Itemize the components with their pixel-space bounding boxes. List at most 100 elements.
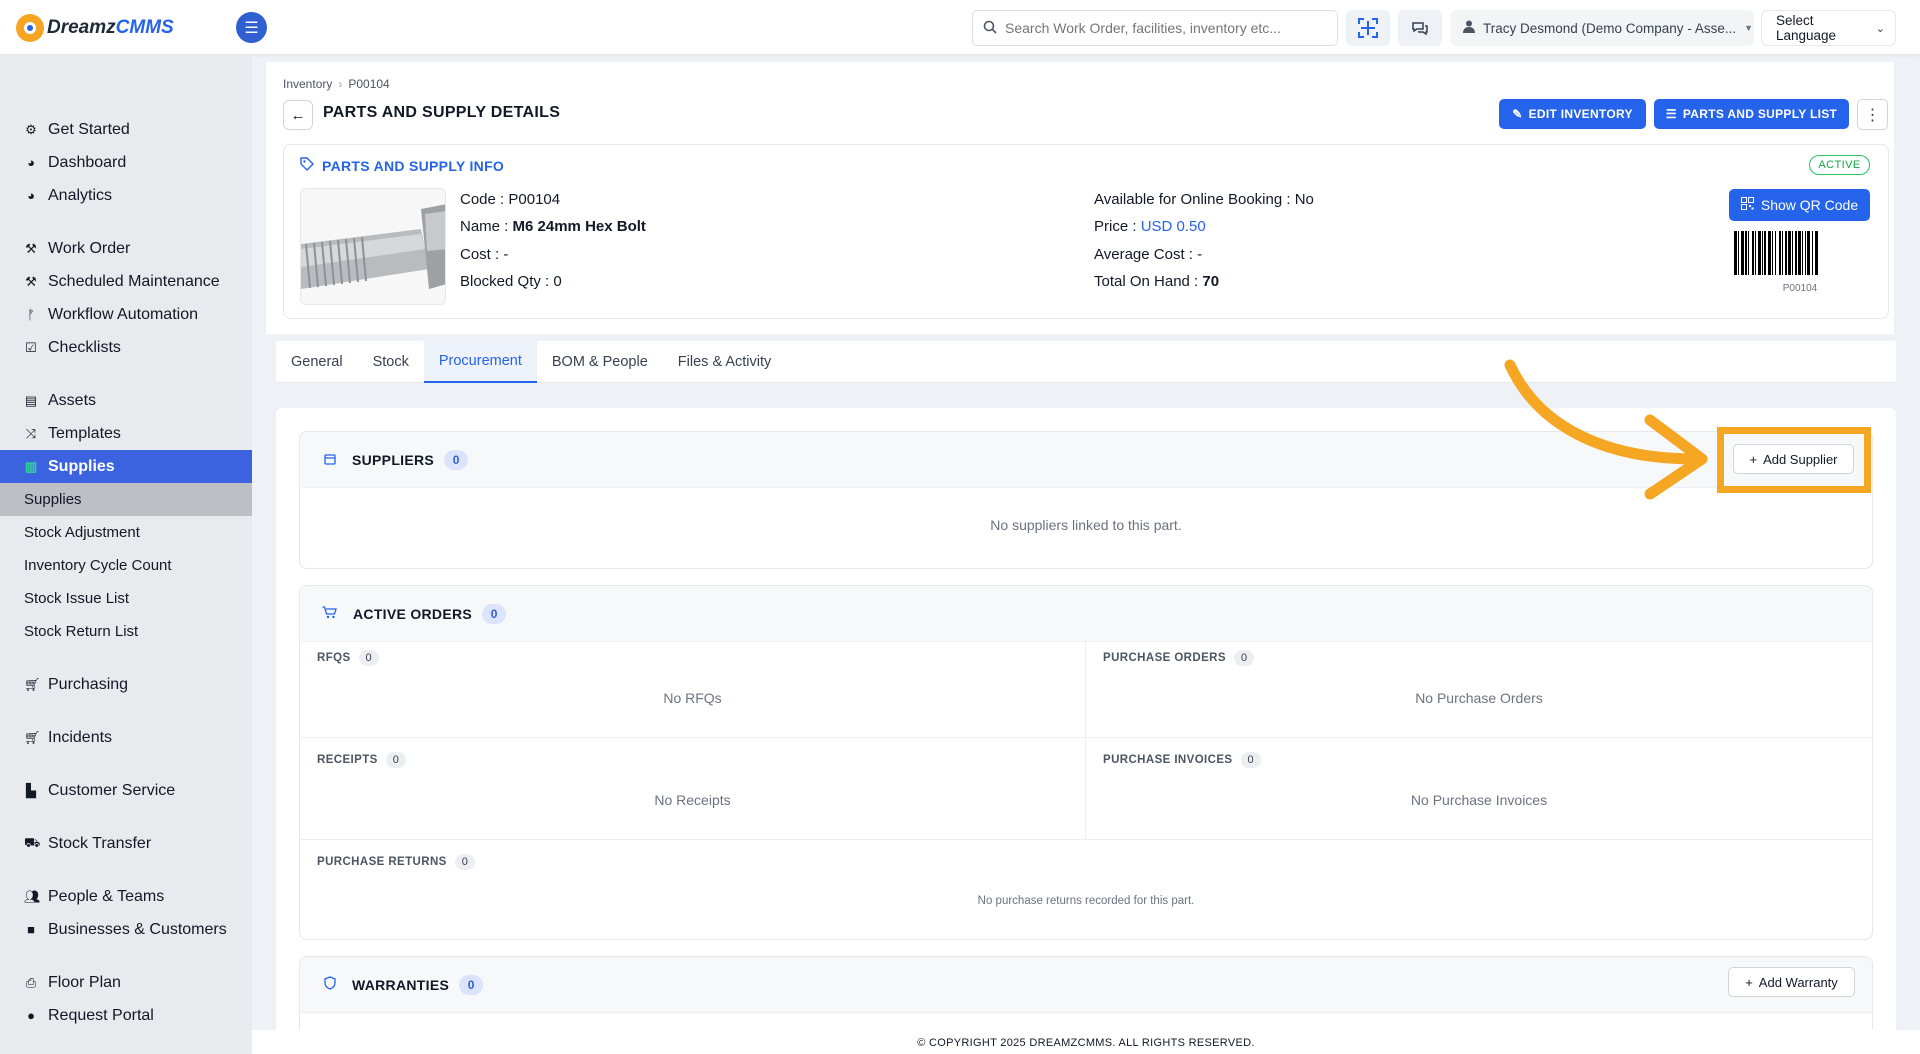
sidebar-item-incidents[interactable]: 🛒︎ Incidents [0, 721, 252, 754]
language-select[interactable]: Select Language ⌄ [1761, 10, 1896, 46]
part-image[interactable] [300, 188, 446, 305]
total-on-hand-label: Total On Hand : [1094, 273, 1199, 290]
status-badge: ACTIVE [1809, 155, 1870, 175]
scan-icon[interactable] [1346, 10, 1390, 46]
parts-supply-list-button[interactable]: ☰ PARTS AND SUPPLY LIST [1654, 99, 1849, 129]
purchase-returns-empty-message: No purchase returns recorded for this pa… [977, 895, 1195, 907]
global-search[interactable] [972, 10, 1338, 46]
sidebar-subitem-stock-return-list[interactable]: Stock Return List [0, 615, 252, 648]
chat-icon[interactable] [1398, 10, 1442, 46]
gears-icon: ⚙ [25, 121, 37, 137]
tab-procurement[interactable]: Procurement [423, 341, 537, 383]
gauge-icon: ◕ [27, 155, 35, 170]
sidebar-item-work-order[interactable]: ⚒ Work Order [0, 232, 252, 265]
sidebar-item-label: Dashboard [48, 153, 127, 171]
sidebar-item-purchasing[interactable]: 🛒︎ Purchasing [0, 668, 252, 701]
purchase-invoices-header: PURCHASE INVOICES 0 [1103, 752, 1262, 768]
online-booking-label: Available for Online Booking : [1094, 191, 1291, 208]
barcode-bar [1815, 231, 1818, 275]
annotation-highlight-box [1717, 427, 1871, 493]
receipts-count: 0 [385, 752, 407, 768]
breadcrumb-inventory[interactable]: Inventory [283, 77, 332, 91]
sidebar-subitem-supplies[interactable]: Supplies [0, 483, 252, 516]
parts-info-title-label: PARTS AND SUPPLY INFO [322, 157, 505, 174]
field-name: Name : M6 24mm Hex Bolt [460, 218, 646, 235]
list-icon: ☰ [1665, 107, 1677, 121]
sidebar-item-get-started[interactable]: ⚙ Get Started [0, 113, 252, 146]
sidebar-item-label: Incidents [48, 728, 113, 746]
breadcrumb: Inventory › P00104 [283, 77, 390, 91]
purchase-returns-label: PURCHASE RETURNS [317, 856, 447, 868]
sidebar-item-businesses-customers[interactable]: ■ Businesses & Customers [0, 913, 252, 946]
comment-icon: ● [27, 1008, 35, 1023]
sidebar-item-dashboard[interactable]: ◕ Dashboard [0, 146, 252, 179]
sidebar-subitem-stock-adjustment[interactable]: Stock Adjustment [0, 516, 252, 549]
add-warranty-button[interactable]: + Add Warranty [1728, 967, 1855, 997]
sidebar-item-label: People & Teams [48, 887, 165, 905]
truck-icon: ⛟ [24, 834, 41, 850]
active-orders-header: ACTIVE ORDERS 0 [300, 586, 1872, 642]
hamburger-menu-icon[interactable]: ☰ [236, 12, 267, 43]
chevron-down-icon: ⌄ [1875, 22, 1885, 35]
average-cost-value: - [1197, 246, 1203, 263]
tab-general[interactable]: General [276, 341, 358, 383]
receipts-label: RECEIPTS [317, 754, 378, 766]
warranties-section: WARRANTIES 0 [299, 956, 1873, 1036]
sidebar-item-label: Inventory Cycle Count [24, 557, 172, 574]
edit-inventory-label: EDIT INVENTORY [1528, 107, 1633, 121]
sidebar-item-request-portal[interactable]: ● Request Portal [0, 999, 252, 1032]
calendar-icon [324, 452, 336, 468]
branch-icon: ᚠ [27, 307, 35, 322]
purchase-orders-header: PURCHASE ORDERS 0 [1103, 650, 1255, 666]
field-online-booking: Available for Online Booking : No [1094, 191, 1314, 208]
tab-bom-people[interactable]: BOM & People [537, 341, 663, 383]
archive-icon: ▤ [24, 392, 38, 408]
pencil-icon: ✎ [1512, 107, 1523, 121]
wrench-icon: ⚒ [25, 240, 37, 256]
user-menu[interactable]: Tracy Desmond (Demo Company - Asse... ▼ [1451, 10, 1754, 46]
chart-icon: ◕ [27, 188, 35, 203]
sidebar-item-label: Supplies [48, 457, 115, 475]
rfqs-label: RFQS [317, 652, 351, 664]
sidebar-item-people-teams[interactable]: 👥︎ People & Teams [0, 880, 252, 913]
sidebar-item-customer-service[interactable]: ▙ Customer Service [0, 774, 252, 807]
logo-text-dreamz: Dreamz [47, 17, 116, 38]
back-arrow-icon[interactable]: ← [283, 100, 313, 130]
logo-gear-icon [16, 14, 44, 42]
sidebar-item-analytics[interactable]: ◕ Analytics [0, 179, 252, 212]
sidebar-item-templates[interactable]: ⤨ Templates [0, 417, 252, 450]
sidebar-item-workflow-automation[interactable]: ᚠ Workflow Automation [0, 298, 252, 331]
warranties-header: WARRANTIES 0 [300, 957, 1872, 1013]
cost-value: - [503, 246, 509, 263]
price-value: USD 0.50 [1140, 218, 1206, 235]
field-code: Code : P00104 [460, 191, 560, 208]
purchase-orders-count: 0 [1233, 650, 1255, 666]
users-icon: 👥︎ [24, 888, 41, 904]
sidebar-item-supplies[interactable]: ▥ Supplies [0, 450, 252, 483]
sidebar-item-label: Floor Plan [48, 973, 121, 991]
code-label: Code : [460, 191, 505, 208]
online-booking-value: No [1294, 191, 1314, 208]
purchase-invoices-empty-message: No Purchase Invoices [1410, 792, 1548, 808]
sidebar-item-assets[interactable]: ▤ Assets [0, 384, 252, 417]
search-input[interactable] [1005, 20, 1325, 36]
sidebar-item-checklists[interactable]: ☑ Checklists [0, 331, 252, 364]
suppliers-title: SUPPLIERS [352, 451, 435, 468]
app-logo[interactable]: DreamzCMMS [16, 13, 174, 43]
edit-inventory-button[interactable]: ✎ EDIT INVENTORY [1499, 99, 1646, 129]
breadcrumb-separator: › [338, 77, 343, 91]
sidebar-item-stock-transfer[interactable]: ⛟ Stock Transfer [0, 827, 252, 860]
more-options-icon[interactable]: ⋮ [1857, 99, 1888, 130]
sidebar-subitem-stock-issue-list[interactable]: Stock Issue List [0, 582, 252, 615]
sidebar-item-floor-plan[interactable]: ⎙ Floor Plan [0, 966, 252, 999]
average-cost-label: Average Cost : [1094, 246, 1193, 263]
total-on-hand-value: 70 [1202, 273, 1220, 290]
sidebar-subitem-inventory-cycle-count[interactable]: Inventory Cycle Count [0, 549, 252, 582]
tab-stock[interactable]: Stock [358, 341, 424, 383]
breadcrumb-current: P00104 [348, 77, 390, 91]
show-qr-code-button[interactable]: Show QR Code [1729, 189, 1870, 221]
receipts-header: RECEIPTS 0 [317, 752, 407, 768]
sidebar-item-scheduled-maintenance[interactable]: ⚒ Scheduled Maintenance [0, 265, 252, 298]
tab-files-activity[interactable]: Files & Activity [663, 341, 786, 383]
field-blocked-qty: Blocked Qty : 0 [460, 273, 562, 290]
